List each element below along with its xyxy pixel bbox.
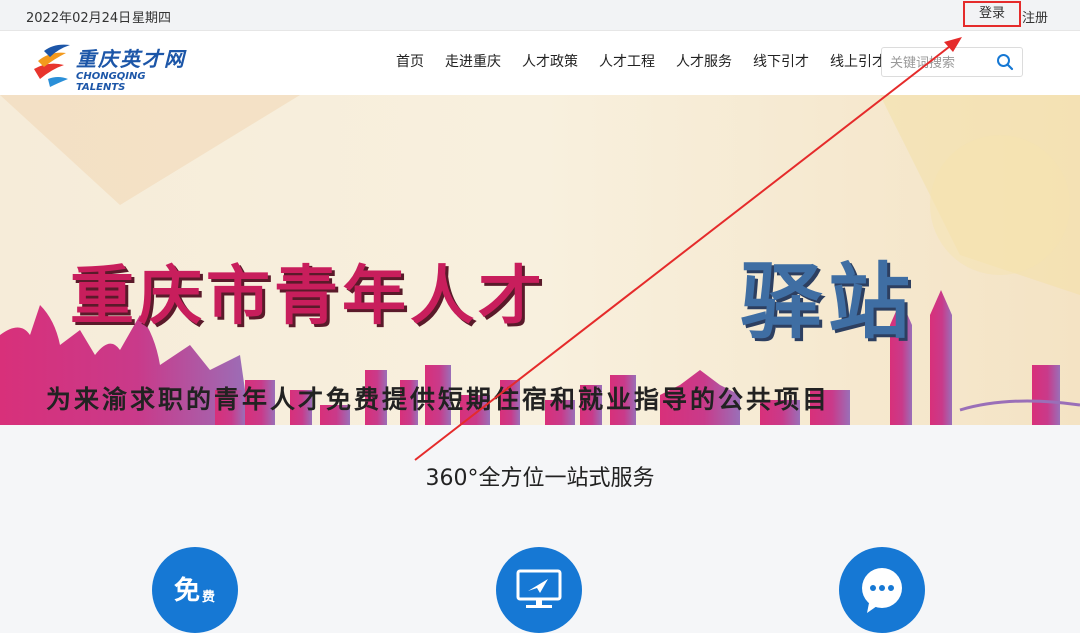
service-free-lodging[interactable]: 免 费 xyxy=(152,547,238,633)
search-icon[interactable] xyxy=(996,53,1014,71)
register-button[interactable]: 注册 xyxy=(1022,7,1048,26)
banner-title: 重庆市青年人才 xyxy=(70,259,546,334)
logo-text-en: CHONGQING TALENTS xyxy=(76,71,146,93)
free-icon-char-small: 费 xyxy=(202,589,215,605)
free-icon: 免 费 xyxy=(174,575,215,606)
nav-item-offline-recruit[interactable]: 线下引才 xyxy=(753,51,809,71)
hero-banner[interactable]: 重庆市青年人才 驿站 为来渝求职的青年人才免费提供短期住宿和就业指导的公共项目 xyxy=(0,95,1080,425)
nav-item-talent-service[interactable]: 人才服务 xyxy=(676,51,732,71)
logo-text-cn: 重庆英才网 xyxy=(76,47,186,71)
nav-item-about-chongqing[interactable]: 走进重庆 xyxy=(445,51,501,71)
banner-title-highlight: 驿站 xyxy=(740,254,917,350)
services-section-title: 360°全方位一站式服务 xyxy=(425,466,655,491)
top-bar: 2022年02月24日 星期四 登录 注册 xyxy=(0,0,1080,31)
free-icon-char: 免 xyxy=(174,575,200,606)
login-button[interactable]: 登录 xyxy=(963,1,1021,27)
nav-item-talent-policy[interactable]: 人才政策 xyxy=(522,51,578,71)
search-input[interactable] xyxy=(888,52,992,74)
monitor-icon xyxy=(516,569,562,608)
logo-mark-icon xyxy=(34,44,70,87)
main-nav: 首页 走进重庆 人才政策 人才工程 人才服务 线下引才 线上引才 xyxy=(396,51,907,71)
nav-item-talent-project[interactable]: 人才工程 xyxy=(599,51,655,71)
current-weekday: 星期四 xyxy=(132,11,172,26)
service-online-guidance[interactable] xyxy=(496,547,582,633)
header-nav-bar: 重庆英才网 CHONGQING TALENTS 首页 走进重庆 人才政策 人才工… xyxy=(0,31,1080,96)
nav-item-home[interactable]: 首页 xyxy=(396,51,424,71)
banner-subtitle: 为来渝求职的青年人才免费提供短期住宿和就业指导的公共项目 xyxy=(46,385,831,414)
service-consultation[interactable] xyxy=(839,547,925,633)
search-box xyxy=(881,47,1023,77)
nav-item-online-recruit[interactable]: 线上引才 xyxy=(830,51,886,71)
current-date: 2022年02月24日 xyxy=(26,11,132,26)
chat-icon xyxy=(862,568,902,613)
site-logo[interactable]: 重庆英才网 CHONGQING TALENTS xyxy=(30,39,190,93)
